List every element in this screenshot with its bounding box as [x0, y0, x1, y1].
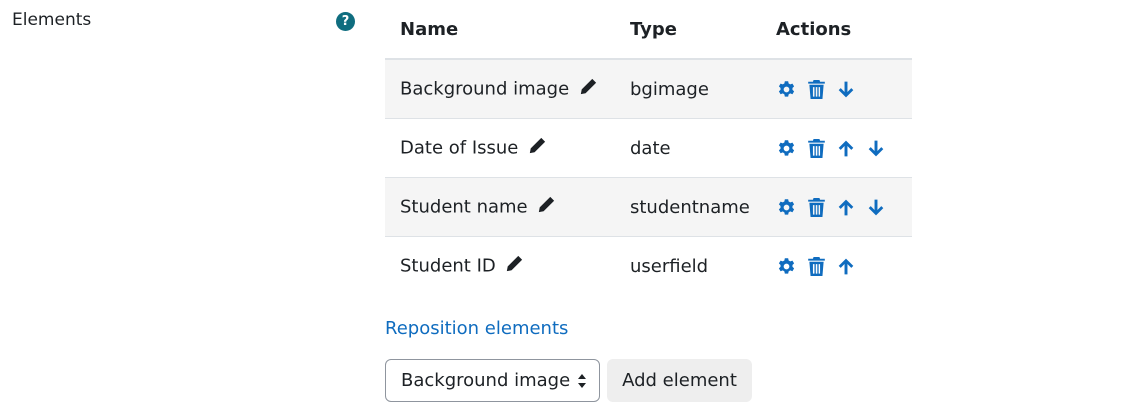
help-icon[interactable]: ?	[336, 12, 355, 31]
trash-icon[interactable]	[806, 256, 826, 276]
gear-icon[interactable]	[776, 138, 796, 158]
header-name: Name	[385, 0, 615, 60]
header-type: Type	[615, 0, 761, 60]
table-row: Student ID userfield	[385, 237, 912, 296]
arrow-down-icon[interactable]	[866, 138, 886, 158]
arrow-down-icon[interactable]	[866, 197, 886, 217]
arrow-up-icon[interactable]	[836, 256, 856, 276]
gear-icon[interactable]	[776, 79, 796, 99]
element-type-select[interactable]: Background image	[385, 359, 600, 402]
select-value: Background image	[401, 370, 571, 391]
element-actions	[761, 237, 912, 296]
elements-table: Name Type Actions Background image bgima…	[385, 0, 912, 295]
add-element-button[interactable]: Add element	[607, 359, 752, 402]
pencil-icon[interactable]	[579, 78, 597, 101]
table-header-row: Name Type Actions	[385, 0, 912, 60]
reposition-elements-link[interactable]: Reposition elements	[385, 318, 568, 339]
trash-icon[interactable]	[806, 79, 826, 99]
element-name: Student name	[400, 196, 528, 217]
elements-label: Elements	[12, 10, 92, 30]
select-caret-icon	[577, 373, 587, 394]
table-row: Background image bgimage	[385, 59, 912, 119]
pencil-icon[interactable]	[505, 255, 523, 278]
element-type: date	[615, 118, 761, 178]
element-name-cell: Background image	[385, 59, 615, 119]
element-actions	[761, 118, 912, 178]
arrow-down-icon[interactable]	[836, 79, 856, 99]
element-type: studentname	[615, 177, 761, 237]
element-type: userfield	[630, 255, 709, 277]
element-name-cell: Student name	[385, 177, 615, 237]
trash-icon[interactable]	[806, 138, 826, 158]
element-actions	[761, 177, 912, 237]
element-name-cell: Student ID	[385, 237, 615, 296]
element-type: bgimage	[615, 59, 761, 119]
trash-icon[interactable]	[806, 197, 826, 217]
table-row: Student name studentname	[385, 177, 912, 237]
table-row: Date of Issue date	[385, 118, 912, 178]
gear-icon[interactable]	[776, 197, 796, 217]
gear-icon[interactable]	[776, 256, 796, 276]
pencil-icon[interactable]	[528, 137, 546, 160]
element-actions	[761, 59, 912, 119]
element-name: Student ID	[400, 255, 496, 276]
element-name-cell: Date of Issue	[385, 118, 615, 178]
header-actions: Actions	[761, 0, 912, 60]
pencil-icon[interactable]	[537, 196, 555, 219]
arrow-up-icon[interactable]	[836, 197, 856, 217]
arrow-up-icon[interactable]	[836, 138, 856, 158]
element-name: Background image	[400, 78, 570, 99]
element-name: Date of Issue	[400, 137, 519, 158]
